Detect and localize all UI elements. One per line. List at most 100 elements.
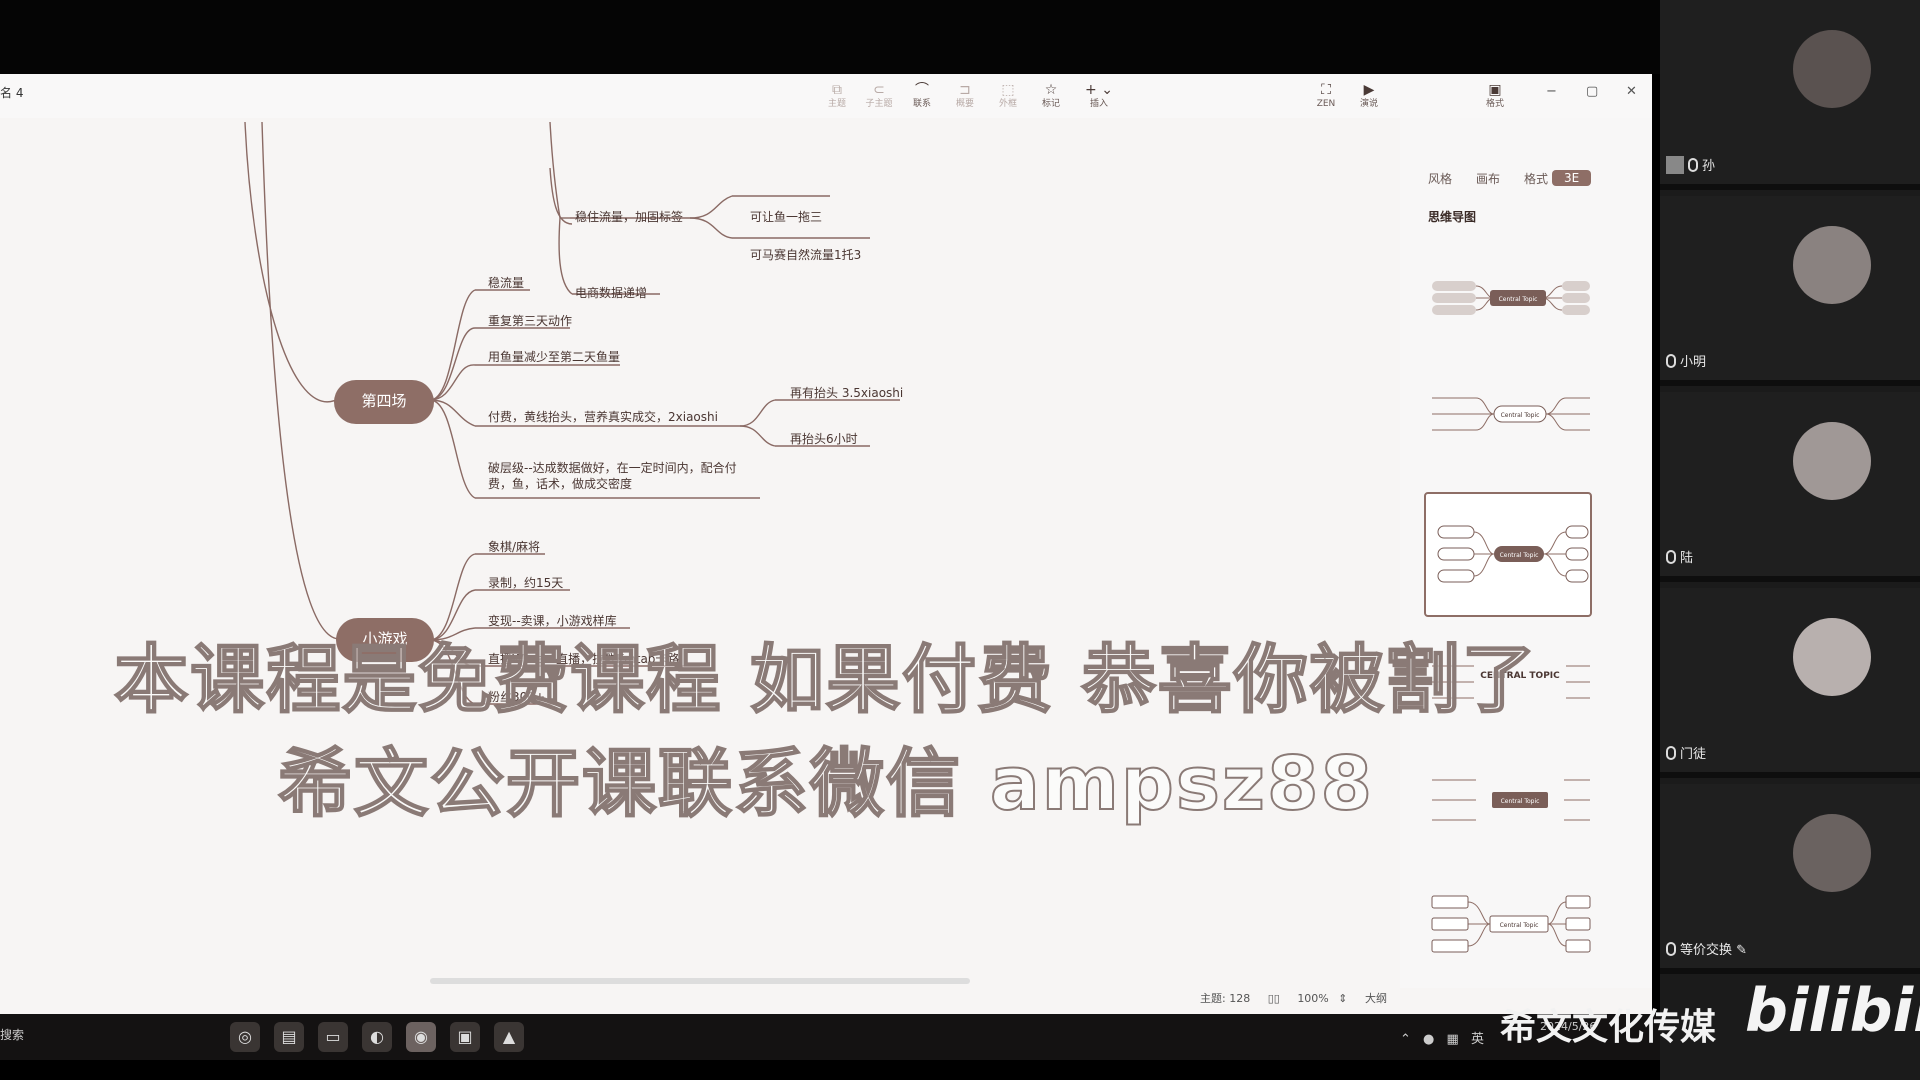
- microphone-icon: [1666, 942, 1676, 956]
- pencil-icon: ✎: [1736, 943, 1748, 958]
- mindmap-app-icon[interactable]: ▣: [450, 1022, 480, 1052]
- relation-icon: ⌒: [915, 82, 929, 98]
- present-button[interactable]: ▶ 演说: [1350, 82, 1388, 116]
- files-icon[interactable]: ▤: [274, 1022, 304, 1052]
- format-panel: 风格 画布 格式 3E 思维导图 Central Topic Central T…: [1400, 118, 1652, 988]
- microphone-icon[interactable]: ●: [1423, 1032, 1434, 1047]
- chevron-up-icon[interactable]: ⌃: [1400, 1032, 1411, 1047]
- minimize-button[interactable]: −: [1546, 84, 1557, 99]
- child-topic-button[interactable]: ⊂ 子主题: [860, 82, 898, 116]
- boundary-button[interactable]: ⬚ 外框: [989, 82, 1027, 116]
- node-session4-item-5[interactable]: 破层级--达成数据做好，在一定时间内，配合付费，鱼，话术，做成交密度: [488, 460, 758, 492]
- avatar: [1793, 422, 1871, 500]
- panel-title: 思维导图: [1428, 210, 1477, 224]
- close-button[interactable]: ✕: [1626, 84, 1637, 99]
- template-thumb-6[interactable]: Central Topic: [1424, 874, 1592, 999]
- subtopic-icon: ⧉: [832, 82, 842, 98]
- subtopic-button[interactable]: ⧉ 主题: [818, 82, 856, 116]
- outline-button[interactable]: 大纲: [1365, 992, 1387, 1005]
- zen-button[interactable]: ⛶ ZEN: [1307, 82, 1345, 116]
- participant-tile-5[interactable]: 等价交换 ✎: [1660, 784, 1920, 974]
- brand-watermark: 希文文化传媒: [1500, 1007, 1717, 1048]
- summary-icon: ⊐: [959, 82, 971, 98]
- document-title: 名 4: [0, 86, 24, 100]
- node-stabilize-traffic[interactable]: 稳住流量，加固标签: [575, 208, 683, 225]
- network-icon[interactable]: ▦: [1447, 1032, 1459, 1047]
- plus-icon: + ⌄: [1085, 82, 1113, 98]
- avatar: [1793, 226, 1871, 304]
- format-button[interactable]: ▣ 格式: [1476, 82, 1514, 116]
- template-thumb-2[interactable]: Central Topic: [1424, 358, 1592, 483]
- microphone-icon: [1666, 746, 1676, 760]
- node-child-2[interactable]: 可马赛自然流量1托3: [750, 246, 861, 263]
- template-preview-1: Central Topic: [1432, 281, 1590, 315]
- horizontal-scrollbar[interactable]: [430, 978, 970, 984]
- tab-style[interactable]: 风格: [1428, 170, 1452, 187]
- folder-icon[interactable]: ▭: [318, 1022, 348, 1052]
- node-minigame-item-1[interactable]: 象棋/麻将: [488, 538, 540, 555]
- marker-button[interactable]: ☆ 标记: [1032, 82, 1070, 116]
- tab-format[interactable]: 格式: [1524, 170, 1548, 187]
- avatar: [1793, 30, 1871, 108]
- system-tray: ⌃ ● ▦ 英: [1400, 1028, 1484, 1047]
- boundary-icon: ⬚: [1001, 82, 1015, 98]
- taskbar-search[interactable]: 搜索: [0, 1026, 24, 1043]
- template-thumb-3-selected[interactable]: Central Topic: [1424, 492, 1592, 617]
- participant-tile-2[interactable]: 小明: [1660, 196, 1920, 386]
- microphone-icon: [1666, 550, 1676, 564]
- mindmap-app-window: 名 4 ⧉ 主题 ⊂ 子主题 ⌒ 联系 ⊐ 概要 ⬚ 外框 ☆ 标记 + ⌄ 插入 ⛶ ZEN …: [0, 74, 1652, 1014]
- star-icon: ☆: [1044, 82, 1058, 98]
- status-bar: 主题: 128 ▯▯ 100% ⇕ 大纲: [1200, 990, 1387, 1006]
- node-minigame-item-2[interactable]: 录制，约15天: [488, 574, 563, 591]
- node-session4-item-3[interactable]: 用鱼量减少至第二天鱼量: [488, 348, 620, 365]
- mindmap-canvas[interactable]: 稳住流量，加固标签 可让鱼一拖三 可马赛自然流量1托3 电商数据递增 第四场 稳…: [0, 118, 1400, 1014]
- participant-tile-1[interactable]: 孙: [1660, 0, 1920, 190]
- insert-button[interactable]: + ⌄ 插入: [1080, 82, 1118, 116]
- participant-name: 孙: [1666, 155, 1715, 174]
- maximize-button[interactable]: ▢: [1586, 84, 1598, 99]
- toolbar: 名 4 ⧉ 主题 ⊂ 子主题 ⌒ 联系 ⊐ 概要 ⬚ 外框 ☆ 标记 + ⌄ 插入 ⛶ ZEN …: [0, 74, 1652, 118]
- thumb1-central-label: Central Topic: [1499, 296, 1538, 303]
- node-session4-item-4[interactable]: 付费，黄线抬头，营养真实成交，2xiaoshi: [488, 408, 718, 425]
- photos-icon[interactable]: ▲: [494, 1022, 524, 1052]
- connector-minigame: [261, 121, 346, 640]
- node-session4-item-2[interactable]: 重复第三天动作: [488, 312, 572, 329]
- summary-button[interactable]: ⊐ 概要: [946, 82, 984, 116]
- participant-tile-4[interactable]: 门徒: [1660, 588, 1920, 778]
- ime-indicator[interactable]: 英: [1471, 1032, 1484, 1047]
- thumb6-central-label: Central Topic: [1500, 922, 1539, 929]
- bilibili-logo: bilibili: [1745, 976, 1920, 1046]
- participant-name: 小明: [1666, 351, 1706, 370]
- node-child-1[interactable]: 可让鱼一拖三: [750, 208, 822, 225]
- template-preview-3: Central Topic: [1437, 525, 1589, 583]
- child-topic-icon: ⊂: [873, 82, 885, 98]
- top-letterbox: [0, 0, 1660, 74]
- zoom-stepper-icon[interactable]: ⇕: [1338, 992, 1347, 1005]
- tab-canvas[interactable]: 画布: [1476, 170, 1500, 187]
- mindmap-connectors: [244, 121, 900, 705]
- node-paid-child-2[interactable]: 再抬头6小时: [790, 430, 858, 447]
- meeting-app-icon[interactable]: ◉: [406, 1022, 436, 1052]
- participant-name: 等价交换 ✎: [1666, 939, 1747, 958]
- connector-session4: [244, 121, 341, 403]
- relation-button[interactable]: ⌒ 联系: [903, 82, 941, 116]
- fullscreen-icon: ⛶: [1321, 82, 1331, 98]
- watermark-line-1: 本课程是免费课程 如果付费 恭喜你被割了: [113, 636, 1538, 724]
- thumb3-central-label: Central Topic: [1500, 552, 1539, 559]
- microphone-icon: [1688, 158, 1698, 172]
- node-ecommerce-data[interactable]: 电商数据递增: [575, 284, 647, 301]
- edge-icon[interactable]: ◐: [362, 1022, 392, 1052]
- participant-tile-3[interactable]: 陆: [1660, 392, 1920, 582]
- watermark-line-2: 希文公开课联系微信 ampsz88: [277, 740, 1374, 828]
- browser-icon[interactable]: ◎: [230, 1022, 260, 1052]
- participant-name: 陆: [1666, 547, 1693, 566]
- node-paid-child-1[interactable]: 再有抬头 3.5xiaoshi: [790, 384, 903, 401]
- book-icon[interactable]: ▯▯: [1268, 992, 1280, 1005]
- template-preview-2: Central Topic: [1432, 397, 1590, 431]
- zoom-level[interactable]: 100%: [1297, 992, 1328, 1005]
- tab-active[interactable]: 3E: [1552, 170, 1592, 186]
- template-preview-6: Central Topic: [1431, 895, 1591, 953]
- node-session4-item-1[interactable]: 稳流量: [488, 274, 524, 291]
- central-node-session4[interactable]: 第四场: [334, 380, 434, 424]
- format-icon: ▣: [1488, 82, 1502, 98]
